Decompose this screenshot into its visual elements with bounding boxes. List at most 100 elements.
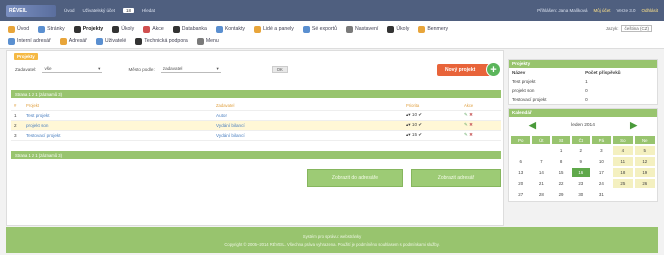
menu-item-0[interactable]: Interní adresář (8, 37, 51, 45)
calendar-day[interactable]: 19 (634, 168, 655, 177)
main-content: Projekty Zadavatel: vše ▾ Město podle: za… (6, 50, 504, 226)
show-in-directory-button[interactable]: Zobrazit do adresáře (307, 169, 403, 187)
calendar-day[interactable]: 3 (592, 146, 611, 155)
menu-icon (254, 25, 262, 33)
filter-bar: Zadavatel: vše ▾ Město podle: zadavatel ▾ … (15, 66, 288, 73)
menu-icon (215, 25, 223, 33)
list-item[interactable]: projekt son 0 (509, 86, 657, 95)
calendar-day[interactable]: 1 (552, 146, 570, 155)
calendar-day (511, 146, 530, 155)
calendar-day[interactable]: 27 (511, 190, 530, 199)
col-client[interactable]: Zadavatel (213, 101, 403, 111)
calendar-day[interactable]: 5 (634, 146, 655, 155)
menu-item-2[interactable]: Projekty (73, 25, 103, 33)
logout-link[interactable]: Odhlásit (641, 8, 658, 13)
calendar-day[interactable]: 13 (511, 168, 530, 177)
menu-item-11[interactable]: Benmery (418, 25, 448, 33)
edit-icon: ✎ (463, 112, 468, 117)
project-link[interactable]: Testovací projekt (23, 130, 213, 141)
calendar-day[interactable]: 23 (572, 179, 590, 188)
app-logo[interactable]: RÉVEIL (6, 4, 56, 17)
calendar-day[interactable]: 9 (572, 157, 590, 166)
menu-item-8[interactable]: Sé exportů (302, 25, 337, 33)
calendar-day[interactable]: 29 (552, 190, 570, 199)
calendar-day[interactable]: 31 (592, 190, 611, 199)
client-link[interactable]: Vydání bilancí (213, 130, 403, 141)
calendar-day[interactable]: 2 (572, 146, 590, 155)
menu-item-4[interactable]: Akce (143, 25, 164, 33)
table-row[interactable]: 3 Testovací projekt Vydání bilancí ▴▾ 15… (11, 130, 501, 141)
menu-item-1[interactable]: Adresář (59, 37, 87, 45)
menu-item-7[interactable]: Lidé a panely (254, 25, 294, 33)
calendar-day[interactable]: 21 (532, 179, 550, 188)
language-select[interactable]: čeština (CZ) (621, 25, 652, 32)
menu-item-10[interactable]: Úkoly (387, 25, 409, 33)
calendar-day[interactable]: 16 (571, 168, 590, 177)
col-priority[interactable]: Priorita (403, 101, 461, 111)
calendar-day[interactable]: 28 (532, 190, 550, 199)
menu-item-0[interactable]: Úvod (8, 25, 29, 33)
menu-item-5[interactable]: Databanka (172, 25, 207, 33)
col-project[interactable]: Projekt (23, 101, 213, 111)
next-month-arrow-icon[interactable]: ▶ (630, 120, 637, 131)
calendar-day[interactable]: 26 (634, 179, 655, 188)
calendar-day[interactable]: 14 (532, 168, 550, 177)
projects-section-button[interactable]: Projekty (14, 53, 38, 60)
home-link[interactable]: Úvod (64, 8, 75, 13)
list-item[interactable]: Test projekt 1 (509, 77, 657, 86)
priority-value: ▴▾ 10 ✔ (403, 120, 461, 131)
projects-panel-title: Projekty (509, 60, 657, 68)
account-select[interactable]: 18 (123, 8, 135, 13)
menu-icon (302, 25, 310, 33)
language-switcher[interactable]: Jazyk: čeština (CZ) (606, 25, 652, 32)
calendar-day[interactable]: 11 (613, 157, 633, 166)
calendar-day[interactable]: 22 (552, 179, 570, 188)
calendar-day[interactable]: 30 (572, 190, 590, 199)
menu-item-2[interactable]: Uživatelé (95, 37, 126, 45)
project-link[interactable]: Test projekt (23, 110, 213, 121)
city-filter-select[interactable]: zadavatel ▾ (160, 66, 221, 73)
calendar-day[interactable]: 18 (613, 168, 633, 177)
calendar-day[interactable]: 24 (592, 179, 611, 188)
row-actions[interactable]: ✎ ✖ (460, 130, 501, 141)
calendar-day[interactable]: 12 (634, 157, 655, 166)
calendar-day[interactable]: 20 (511, 179, 530, 188)
filter-ok-button[interactable]: OK (271, 66, 288, 73)
calendar-day[interactable]: 17 (592, 168, 611, 177)
projects-table: # Projekt Zadavatel Priorita Akce 1 Test… (11, 101, 501, 141)
client-filter-select[interactable]: vše ▾ (42, 66, 103, 73)
new-project-button[interactable]: Nový projekt + (437, 62, 501, 77)
calendar-day[interactable]: 8 (552, 157, 570, 166)
table-row[interactable]: 1 Test projekt Autor ▴▾ 10 ✔ ✎ ✖ (11, 110, 501, 121)
calendar-day[interactable]: 7 (532, 157, 550, 166)
menu-item-3[interactable]: Úkoly (112, 25, 134, 33)
delete-icon: ✖ (469, 132, 473, 137)
calendar-day[interactable]: 10 (592, 157, 611, 166)
calendar-day[interactable]: 6 (511, 157, 530, 166)
calendar-grid: Po Út St Čt Pá So Ne 1 2 3 4 5 6 7 8 9 10 11 12 13 14 15 16 17 1… (509, 134, 657, 201)
calendar-month: leden 2014 (571, 123, 595, 128)
edit-icon: ✎ (463, 132, 468, 137)
my-account-link[interactable]: Můj účet (593, 8, 610, 13)
client-link[interactable]: Autor (213, 110, 403, 121)
search-link[interactable]: Hledat (142, 8, 155, 13)
menu-item-4[interactable]: Menu (196, 37, 219, 45)
dropdown-icon: ▾ (216, 66, 219, 71)
menu-item-1[interactable]: Stránky (38, 25, 65, 33)
calendar-day[interactable]: 4 (613, 146, 633, 155)
menu-icon (172, 25, 180, 33)
table-row[interactable]: 2 projekt son Vydání bilancí ▴▾ 10 ✔ ✎ ✖ (11, 120, 501, 131)
show-directory-button[interactable]: Zobrazit adresář (411, 169, 501, 187)
menu-item-6[interactable]: Kontakty (215, 25, 245, 33)
menu-item-3[interactable]: Technická podpora (135, 37, 188, 45)
project-link[interactable]: projekt son (23, 120, 213, 131)
col-number[interactable]: # (11, 101, 23, 111)
menu-item-9[interactable]: Nastavení (345, 25, 378, 33)
calendar-day[interactable]: 15 (552, 168, 570, 177)
client-link[interactable]: Vydání bilancí (213, 120, 403, 131)
list-item[interactable]: Testovací projekt 0 (509, 95, 657, 104)
row-actions[interactable]: ✎ ✖ (460, 120, 501, 131)
row-actions[interactable]: ✎ ✖ (460, 110, 501, 121)
prev-month-arrow-icon[interactable]: ◀ (529, 120, 536, 131)
calendar-day[interactable]: 25 (613, 179, 633, 188)
